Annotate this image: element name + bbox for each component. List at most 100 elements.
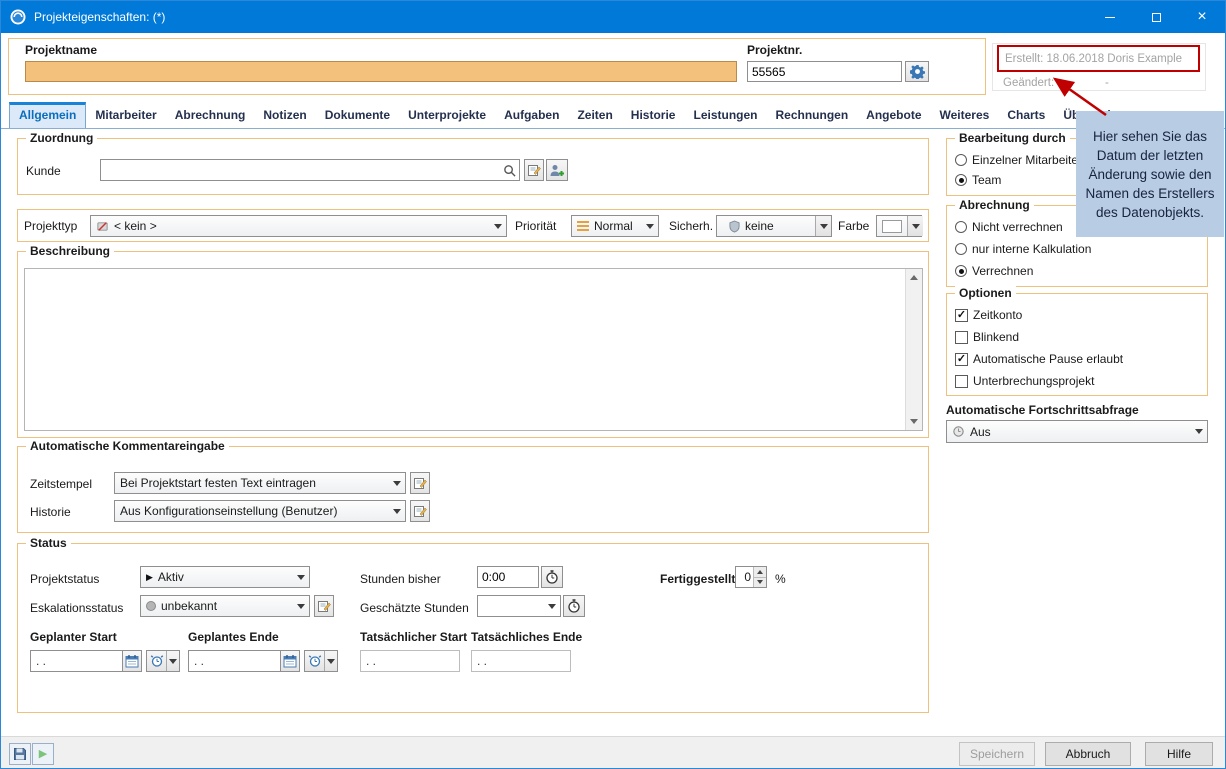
tab-aufgaben[interactable]: Aufgaben [495, 102, 568, 128]
tatsaechliches-ende-field[interactable]: . . [471, 650, 571, 672]
speichern-button[interactable]: Speichern [959, 742, 1035, 766]
tab-zeiten[interactable]: Zeiten [568, 102, 621, 128]
hilfe-button[interactable]: Hilfe [1145, 742, 1213, 766]
abbruch-button[interactable]: Abbruch [1045, 742, 1131, 766]
tab-abrechnung[interactable]: Abrechnung [166, 102, 255, 128]
projektnr-settings-button[interactable] [905, 61, 929, 82]
geschaetzte-stunden-combo[interactable] [477, 595, 561, 617]
prioritaet-combo[interactable]: Normal [571, 215, 659, 237]
radio-nicht-verrechnen[interactable]: Nicht verrechnen [955, 220, 1063, 234]
projektstatus-combo[interactable]: ▶ Aktiv [140, 566, 310, 588]
geplantes-ende-calendar-button[interactable] [280, 651, 299, 671]
zuordnung-group: Zuordnung Kunde [17, 138, 929, 195]
tatsaechlicher-start-field[interactable]: . . [360, 650, 460, 672]
eskalationsstatus-label: Eskalationsstatus [30, 601, 123, 615]
checkbox-automatische-pause[interactable]: ✓ Automatische Pause erlaubt [955, 352, 1123, 366]
tab-angebote[interactable]: Angebote [857, 102, 930, 128]
radio-interne-kalkulation[interactable]: nur interne Kalkulation [955, 242, 1091, 256]
projektstatus-value: Aktiv [158, 570, 288, 584]
fertiggestellt-value: 0 [736, 567, 753, 587]
historie-label: Historie [30, 505, 71, 519]
geplanter-start-reminder-button[interactable] [146, 650, 180, 672]
tab-leistungen[interactable]: Leistungen [684, 102, 766, 128]
checkbox-zeitkonto[interactable]: ✓ Zeitkonto [955, 308, 1022, 322]
kunde-edit-button[interactable] [524, 159, 544, 181]
checkbox-unterbrechungsprojekt[interactable]: ✓ Unterbrechungsprojekt [955, 374, 1094, 388]
geplanter-start-value: . . [31, 651, 122, 671]
radio-label: Nicht verrechnen [972, 220, 1063, 234]
checkbox-label: Automatische Pause erlaubt [973, 352, 1123, 366]
radio-label: Verrechnen [972, 264, 1033, 278]
step-up-button[interactable] [754, 567, 766, 577]
radio-icon [955, 243, 967, 255]
zeitstempel-edit-button[interactable] [410, 472, 430, 494]
beschreibung-content[interactable] [25, 269, 905, 430]
sicherheit-combo[interactable]: keine [716, 215, 832, 237]
historie-value: Aus Konfigurationseinstellung (Benutzer) [120, 504, 384, 518]
farbe-combo[interactable] [876, 215, 922, 237]
step-down-button[interactable] [754, 577, 766, 588]
projekttyp-combo[interactable]: < kein > [90, 215, 507, 237]
status-legend: Status [26, 536, 71, 550]
projektname-input[interactable] [25, 61, 737, 82]
maximize-button[interactable] [1133, 1, 1179, 33]
kunde-add-button[interactable] [546, 159, 568, 181]
fortschrittsabfrage-combo[interactable]: Aus [946, 420, 1208, 443]
radio-einzelner-mitarbeiter[interactable]: Einzelner Mitarbeiter [955, 153, 1082, 167]
tab-dokumente[interactable]: Dokumente [316, 102, 399, 128]
geplantes-ende-datefield[interactable]: . . [188, 650, 300, 672]
kunde-label: Kunde [26, 164, 61, 178]
save-tool-button[interactable] [9, 743, 31, 765]
geschaetzte-stunden-stopwatch-button[interactable] [563, 595, 585, 617]
fertiggestellt-stepper[interactable]: 0 [735, 566, 767, 588]
close-button[interactable]: × [1179, 1, 1225, 33]
tab-historie[interactable]: Historie [622, 102, 685, 128]
prioritaet-label: Priorität [515, 219, 556, 233]
stunden-bisher-stopwatch-button[interactable] [541, 566, 563, 588]
sicherheit-label: Sicherh. [669, 219, 713, 233]
historie-combo[interactable]: Aus Konfigurationseinstellung (Benutzer) [114, 500, 406, 522]
kunde-input[interactable] [101, 160, 499, 180]
minimize-button[interactable] [1087, 1, 1133, 33]
priority-bars-icon [577, 221, 589, 232]
checkbox-label: Unterbrechungsprojekt [973, 374, 1094, 388]
geplanter-start-datefield[interactable]: . . [30, 650, 142, 672]
tab-notizen[interactable]: Notizen [254, 102, 315, 128]
titlebar: Projekteigenschaften: (*) × [1, 1, 1225, 33]
beschreibung-scrollbar[interactable] [905, 269, 922, 430]
tab-charts[interactable]: Charts [998, 102, 1054, 128]
projektnr-input[interactable] [747, 61, 902, 82]
geplantes-ende-reminder-button[interactable] [304, 650, 338, 672]
tab-weiteres[interactable]: Weiteres [931, 102, 999, 128]
eskalationsstatus-edit-button[interactable] [314, 595, 334, 617]
fortschrittsabfrage-value: Aus [970, 425, 1186, 439]
tatsaechliches-ende-value: . . [472, 651, 570, 671]
beschreibung-textarea[interactable] [24, 268, 923, 431]
radio-team[interactable]: Team [955, 173, 1001, 187]
tab-rechnungen[interactable]: Rechnungen [767, 102, 858, 128]
tab-mitarbeiter[interactable]: Mitarbeiter [86, 102, 165, 128]
kunde-search-field[interactable] [100, 159, 520, 181]
tab-allgemein[interactable]: Allgemein [9, 102, 86, 128]
scroll-up-button[interactable] [906, 269, 922, 286]
radio-verrechnen[interactable]: Verrechnen [955, 264, 1033, 278]
active-play-icon: ▶ [146, 573, 153, 582]
geschaetzte-stunden-label: Geschätzte Stunden [360, 601, 469, 615]
geplanter-start-calendar-button[interactable] [122, 651, 141, 671]
alarm-clock-icon [308, 654, 322, 668]
tab-unterprojekte[interactable]: Unterprojekte [399, 102, 495, 128]
projekttyp-label: Projekttyp [24, 219, 77, 233]
arrow-down-icon [910, 419, 918, 424]
checkbox-blinkend[interactable]: ✓ Blinkend [955, 330, 1019, 344]
checkbox-icon: ✓ [955, 375, 968, 388]
zuordnung-legend: Zuordnung [26, 131, 97, 145]
scroll-down-button[interactable] [906, 413, 922, 430]
radio-icon [955, 154, 967, 166]
stunden-bisher-input[interactable] [477, 566, 539, 588]
eskalationsstatus-combo[interactable]: unbekannt [140, 595, 310, 617]
zeitstempel-combo[interactable]: Bei Projektstart festen Text eintragen [114, 472, 406, 494]
fortschrittsabfrage-label: Automatische Fortschrittsabfrage [946, 403, 1139, 417]
start-project-button[interactable]: ▶ [32, 743, 54, 765]
historie-edit-button[interactable] [410, 500, 430, 522]
edit-note-icon [317, 599, 331, 613]
